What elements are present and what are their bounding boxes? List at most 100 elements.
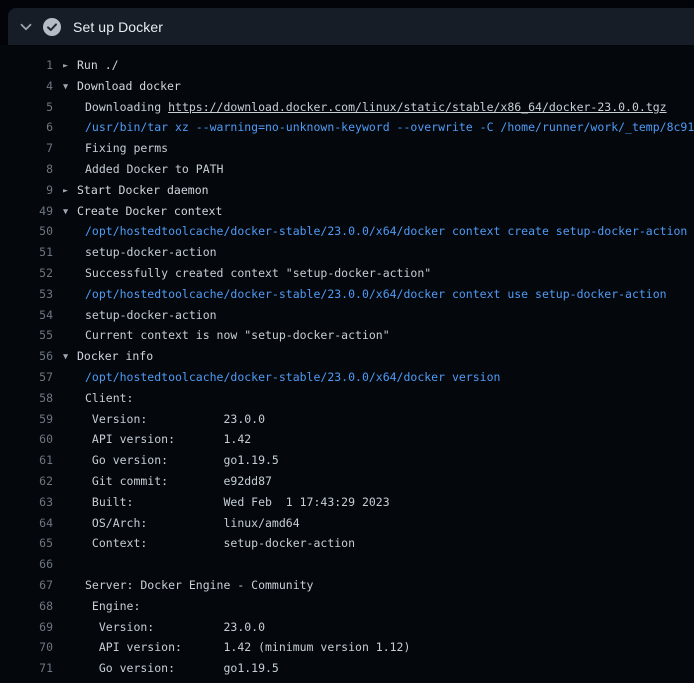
line-number[interactable]: 71 [0,658,53,679]
log-line: 71 Go version: go1.19.5 [0,658,694,679]
log-group-row[interactable]: 1 ►Run ./ [0,55,694,76]
line-content: Current context is now "setup-docker-act… [63,325,390,346]
log-line: 7 Fixing perms [0,138,694,159]
log-line: 65 Context: setup-docker-action [0,533,694,554]
log-group-row[interactable]: 56 ▼Docker info [0,346,694,367]
log-line: 52 Successfully created context "setup-do… [0,263,694,284]
line-content: Server: Docker Engine - Community [63,575,313,596]
group-title: Run ./ [77,58,119,72]
line-number[interactable]: 55 [0,325,53,346]
line-number[interactable]: 56 [0,346,53,367]
check-circle-icon [43,18,61,36]
line-number[interactable]: 67 [0,575,53,596]
log-line: 6/usr/bin/tar xz --warning=no-unknown-ke… [0,117,694,138]
line-content: /opt/hostedtoolcache/docker-stable/23.0.… [63,284,667,305]
log-line: 64 OS/Arch: linux/amd64 [0,513,694,534]
log-line: 51 setup-docker-action [0,242,694,263]
line-number[interactable]: 70 [0,637,53,658]
line-content: setup-docker-action [63,242,217,263]
line-content: Built: Wed Feb 1 17:43:29 2023 [63,492,390,513]
triangle-right-icon[interactable]: ► [63,181,77,201]
line-number[interactable]: 52 [0,263,53,284]
log-line: 59 Version: 23.0.0 [0,409,694,430]
line-text: Downloading [85,100,168,114]
line-number[interactable]: 57 [0,367,53,388]
log-line: 67 Server: Docker Engine - Community [0,575,694,596]
log-line: 50/opt/hostedtoolcache/docker-stable/23.… [0,221,694,242]
log-line: 63 Built: Wed Feb 1 17:43:29 2023 [0,492,694,513]
line-number[interactable]: 64 [0,513,53,534]
line-number[interactable]: 60 [0,429,53,450]
line-number[interactable]: 51 [0,242,53,263]
line-content: Go version: go1.19.5 [63,450,279,471]
line-number[interactable]: 6 [0,117,53,138]
line-content: Client: [63,388,133,409]
log-line: 57/opt/hostedtoolcache/docker-stable/23.… [0,367,694,388]
line-number[interactable]: 4 [0,76,53,97]
line-content: Added Docker to PATH [63,159,223,180]
line-number[interactable]: 68 [0,596,53,617]
line-number[interactable]: 66 [0,554,53,575]
log-line: 58 Client: [0,388,694,409]
line-content: Engine: [63,596,140,617]
log-line: 62 Git commit: e92dd87 [0,471,694,492]
group-title: Create Docker context [77,204,222,218]
log-line: 68 Engine: [0,596,694,617]
line-number[interactable]: 63 [0,492,53,513]
group-title: Docker info [77,349,153,363]
group-title: Download docker [77,79,181,93]
line-number[interactable]: 50 [0,221,53,242]
triangle-right-icon[interactable]: ► [63,56,77,76]
line-number[interactable]: 61 [0,450,53,471]
log-line: 69 Version: 23.0.0 [0,617,694,638]
line-content: Version: 23.0.0 [63,409,265,430]
line-content: Downloading https://download.docker.com/… [63,97,667,118]
step-header-wrapper: Set up Docker [0,0,694,45]
line-content: API version: 1.42 (minimum version 1.12) [63,637,410,658]
triangle-down-icon[interactable]: ▼ [63,77,77,97]
line-number[interactable]: 58 [0,388,53,409]
triangle-down-icon[interactable]: ▼ [63,202,77,222]
line-number[interactable]: 8 [0,159,53,180]
line-content: Git commit: e92dd87 [63,471,272,492]
line-number[interactable]: 1 [0,55,53,76]
log-line: 61 Go version: go1.19.5 [0,450,694,471]
line-number[interactable]: 69 [0,617,53,638]
line-number[interactable]: 59 [0,409,53,430]
line-number[interactable]: 65 [0,533,53,554]
line-number[interactable]: 5 [0,97,53,118]
log-group-row[interactable]: 4 ▼Download docker [0,76,694,97]
triangle-down-icon[interactable]: ▼ [63,347,77,367]
step-header[interactable]: Set up Docker [8,8,694,45]
log-line: 70 API version: 1.42 (minimum version 1.… [0,637,694,658]
line-content: ►Start Docker daemon [63,180,209,201]
log-line: 55 Current context is now "setup-docker-a… [0,325,694,346]
line-content: OS/Arch: linux/amd64 [63,513,300,534]
line-content: Version: 23.0.0 [63,617,265,638]
line-content [63,554,85,575]
chevron-down-icon[interactable] [18,19,34,35]
line-content: Successfully created context "setup-dock… [63,263,431,284]
line-content: /opt/hostedtoolcache/docker-stable/23.0.… [63,367,500,388]
line-number[interactable]: 53 [0,284,53,305]
line-content: API version: 1.42 [63,429,251,450]
line-number[interactable]: 9 [0,180,53,201]
log-group-row[interactable]: 49 ▼Create Docker context [0,201,694,222]
line-number[interactable]: 72 [0,679,53,683]
line-number[interactable]: 49 [0,201,53,222]
line-content: /usr/bin/tar xz --warning=no-unknown-key… [63,117,694,138]
line-content: Fixing perms [63,138,168,159]
log-line: 66 [0,554,694,575]
line-number[interactable]: 54 [0,305,53,326]
line-number[interactable]: 62 [0,471,53,492]
step-title: Set up Docker [73,19,163,35]
log-line: 5 Downloading https://download.docker.com… [0,97,694,118]
group-title: Start Docker daemon [77,183,209,197]
log-line: 60 API version: 1.42 [0,429,694,450]
line-number[interactable]: 7 [0,138,53,159]
log-line: 72 Git commit: d7573ab [0,679,694,683]
line-content: ►Run ./ [63,55,119,76]
line-content: Context: setup-docker-action [63,533,355,554]
log-url-link[interactable]: https://download.docker.com/linux/static… [168,100,667,114]
log-group-row[interactable]: 9 ►Start Docker daemon [0,180,694,201]
